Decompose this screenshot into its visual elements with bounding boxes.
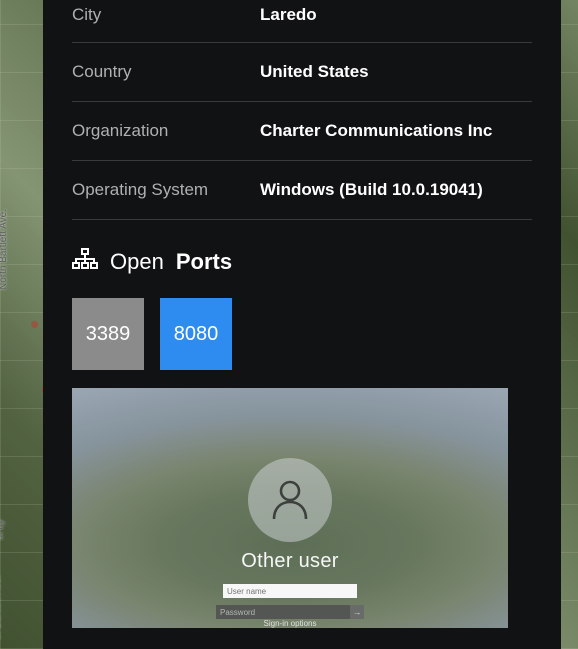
login-title: Other user: [241, 550, 338, 573]
info-value: Laredo: [260, 4, 317, 26]
port-number: 3389: [86, 323, 131, 346]
arrow-right-icon: →: [353, 607, 362, 617]
ports-heading-bold: Ports: [176, 249, 232, 275]
password-input[interactable]: [216, 605, 350, 619]
username-input[interactable]: [223, 584, 357, 598]
open-ports-heading: Open Ports: [72, 248, 532, 276]
ports-heading-thin: Open: [110, 249, 164, 275]
port-chip-3389[interactable]: 3389: [72, 298, 144, 370]
info-row-os: Operating System Windows (Build 10.0.190…: [72, 161, 532, 220]
info-value: Charter Communications Inc: [260, 120, 492, 142]
info-label: Country: [72, 61, 260, 83]
info-label: Operating System: [72, 179, 260, 201]
info-label: Organization: [72, 120, 260, 142]
info-row-city: City Laredo: [72, 0, 532, 43]
user-icon: [267, 475, 313, 526]
map-street-label: st Ly: [0, 519, 6, 540]
info-row-organization: Organization Charter Communications Inc: [72, 102, 532, 161]
port-number: 8080: [174, 323, 219, 346]
map-street-label: North Bartlett Ave.: [0, 209, 9, 290]
rdp-screenshot[interactable]: Other user → Sign-in options: [72, 388, 508, 628]
password-row: →: [216, 605, 364, 619]
port-chip-8080[interactable]: 8080: [160, 298, 232, 370]
signin-options-link[interactable]: Sign-in options: [264, 619, 317, 628]
sitemap-icon: [72, 248, 98, 276]
info-label: City: [72, 4, 260, 26]
ports-list: 3389 8080: [72, 298, 532, 370]
info-value: Windows (Build 10.0.19041): [260, 179, 483, 201]
submit-button[interactable]: →: [350, 605, 364, 619]
info-value: United States: [260, 61, 369, 83]
details-panel: City Laredo Country United States Organi…: [43, 0, 561, 649]
avatar-circle: [248, 458, 332, 542]
username-row: [223, 584, 357, 598]
map-street-label: th Bartlett Ave.: [0, 575, 3, 640]
info-row-country: Country United States: [72, 43, 532, 102]
